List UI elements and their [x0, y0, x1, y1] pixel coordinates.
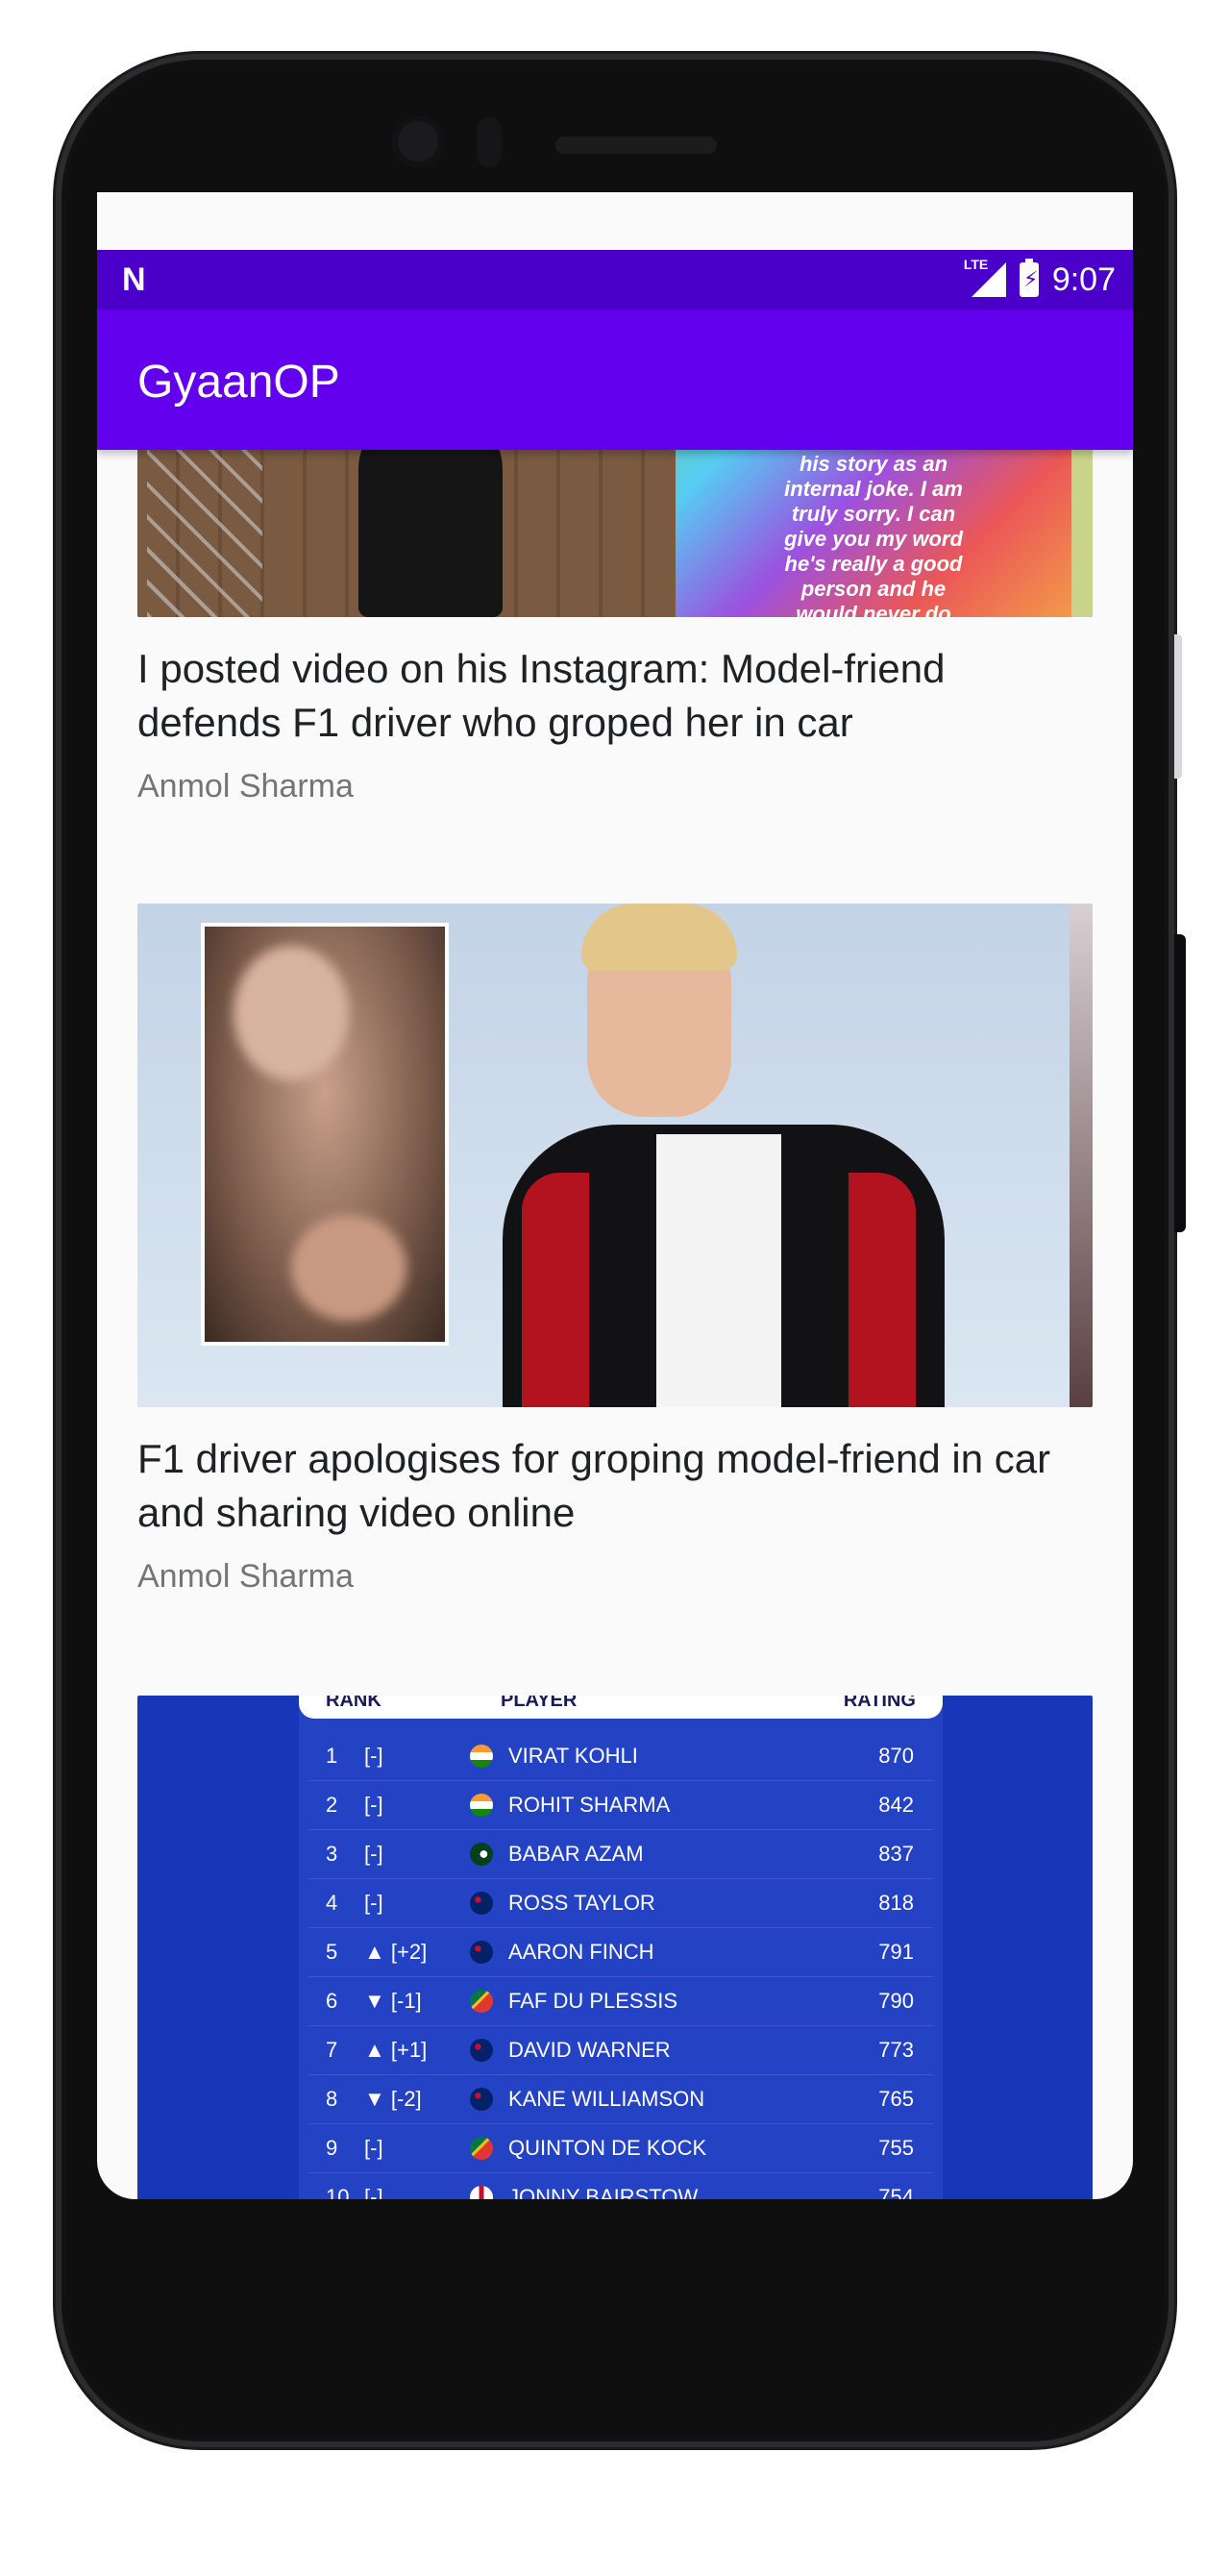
news-card[interactable]: his story as an internal joke. I am trul…: [137, 450, 1093, 805]
rank-movement: ▲ [+1]: [364, 2038, 428, 2062]
news-image[interactable]: his story as an internal joke. I am trul…: [137, 450, 1093, 617]
player-name: AARON FINCH: [508, 1940, 654, 1964]
rank-movement: [-]: [364, 2136, 383, 2160]
player-rating: 755: [878, 2136, 914, 2160]
screen: N LTE ⚡ 9:07 GyaanOP his story as an int…: [97, 192, 1133, 2199]
rank-number: 1: [326, 1744, 338, 1768]
rank-number: 3: [326, 1842, 338, 1866]
rank-movement: ▼ [-1]: [364, 1989, 422, 2013]
rank-movement: [-]: [364, 1793, 383, 1817]
news-image[interactable]: [137, 904, 1093, 1407]
player-name: BABAR AZAM: [508, 1842, 644, 1866]
player-name: FAF DU PLESSIS: [508, 1989, 678, 2013]
rank-row: 3 [-] BABAR AZAM 837: [308, 1830, 933, 1879]
country-flag-icon: [470, 1941, 493, 1964]
rank-row: 9 [-] QUINTON DE KOCK 755: [308, 2124, 933, 2173]
power-button: [1174, 934, 1186, 1232]
sensor: [477, 117, 502, 167]
rank-number: 5: [326, 1940, 338, 1964]
player-rating: 818: [878, 1891, 914, 1915]
signal-icon: LTE: [964, 257, 1006, 299]
country-flag-icon: [470, 2186, 493, 2199]
volume-button: [1174, 634, 1182, 779]
notification-n-icon: N: [122, 261, 146, 298]
rank-row: 10 [-] JONNY BAIRSTOW 754: [308, 2173, 933, 2199]
earpiece-speaker: [555, 136, 717, 154]
country-flag-icon: [470, 1794, 493, 1817]
news-card[interactable]: RANK PLAYER RATING 1 [-] VIRAT KOHLI 870 2 [-…: [137, 1696, 1093, 2199]
news-author: Anmol Sharma: [137, 768, 354, 805]
country-flag-icon: [470, 2137, 493, 2160]
player-name: ROHIT SHARMA: [508, 1793, 671, 1817]
player-rating: 773: [878, 2038, 914, 2062]
rank-row: 5 ▲ [+2] AARON FINCH 791: [308, 1928, 933, 1977]
image-quote-text: his story as an internal joke. I am trul…: [784, 452, 963, 617]
rank-number: 4: [326, 1891, 338, 1915]
player-name: ROSS TAYLOR: [508, 1891, 655, 1915]
player-name: QUINTON DE KOCK: [508, 2136, 707, 2160]
rank-row: 1 [-] VIRAT KOHLI 870: [308, 1732, 933, 1781]
news-author: Anmol Sharma: [137, 1558, 354, 1595]
country-flag-icon: [470, 1843, 493, 1866]
player-rating: 791: [878, 1940, 914, 1964]
country-flag-icon: [470, 2039, 493, 2062]
player-name: JONNY BAIRSTOW: [508, 2185, 699, 2199]
rank-movement: [-]: [364, 2185, 383, 2199]
news-card[interactable]: F1 driver apologises for groping model-f…: [137, 904, 1093, 1653]
front-camera: [392, 115, 444, 167]
news-feed[interactable]: his story as an internal joke. I am trul…: [97, 450, 1133, 2199]
rank-movement: ▼ [-2]: [364, 2087, 422, 2111]
country-flag-icon: [470, 1892, 493, 1915]
rank-row: 2 [-] ROHIT SHARMA 842: [308, 1781, 933, 1830]
news-headline[interactable]: I posted video on his Instagram: Model-f…: [137, 642, 1093, 750]
country-flag-icon: [470, 1745, 493, 1768]
rank-number: 7: [326, 2038, 338, 2062]
player-rating: 870: [878, 1744, 914, 1768]
rank-movement: [-]: [364, 1842, 383, 1866]
player-name: KANE WILLIAMSON: [508, 2087, 705, 2111]
app-title: GyaanOP: [137, 357, 340, 408]
rank-number: 6: [326, 1989, 338, 2013]
rank-row: 6 ▼ [-1] FAF DU PLESSIS 790: [308, 1977, 933, 2026]
player-name: VIRAT KOHLI: [508, 1744, 638, 1768]
rank-table-header: RANK PLAYER RATING: [299, 1696, 943, 1719]
country-flag-icon: [470, 2088, 493, 2111]
rank-row: 7 ▲ [+1] DAVID WARNER 773: [308, 2026, 933, 2075]
rank-number: 8: [326, 2087, 338, 2111]
battery-icon: ⚡: [1019, 259, 1039, 297]
rank-number: 10: [326, 2185, 350, 2199]
rank-movement: [-]: [364, 1891, 383, 1915]
player-name: DAVID WARNER: [508, 2038, 671, 2062]
player-rating: 837: [878, 1842, 914, 1866]
app-bar: GyaanOP: [97, 310, 1133, 450]
status-bar: N LTE ⚡ 9:07: [97, 250, 1133, 310]
player-rating: 790: [878, 1989, 914, 2013]
news-headline[interactable]: F1 driver apologises for groping model-f…: [137, 1432, 1093, 1540]
rank-number: 2: [326, 1793, 338, 1817]
status-time: 9:07: [1051, 260, 1116, 298]
player-rating: 765: [878, 2087, 914, 2111]
rank-row: 8 ▼ [-2] KANE WILLIAMSON 765: [308, 2075, 933, 2124]
rank-number: 9: [326, 2136, 338, 2160]
rank-movement: ▲ [+2]: [364, 1940, 428, 1964]
rank-movement: [-]: [364, 1744, 383, 1768]
news-image[interactable]: RANK PLAYER RATING 1 [-] VIRAT KOHLI 870 2 [-…: [137, 1696, 1093, 2199]
player-rating: 842: [878, 1793, 914, 1817]
player-rating: 754: [878, 2185, 914, 2199]
country-flag-icon: [470, 1990, 493, 2013]
rank-row: 4 [-] ROSS TAYLOR 818: [308, 1879, 933, 1928]
